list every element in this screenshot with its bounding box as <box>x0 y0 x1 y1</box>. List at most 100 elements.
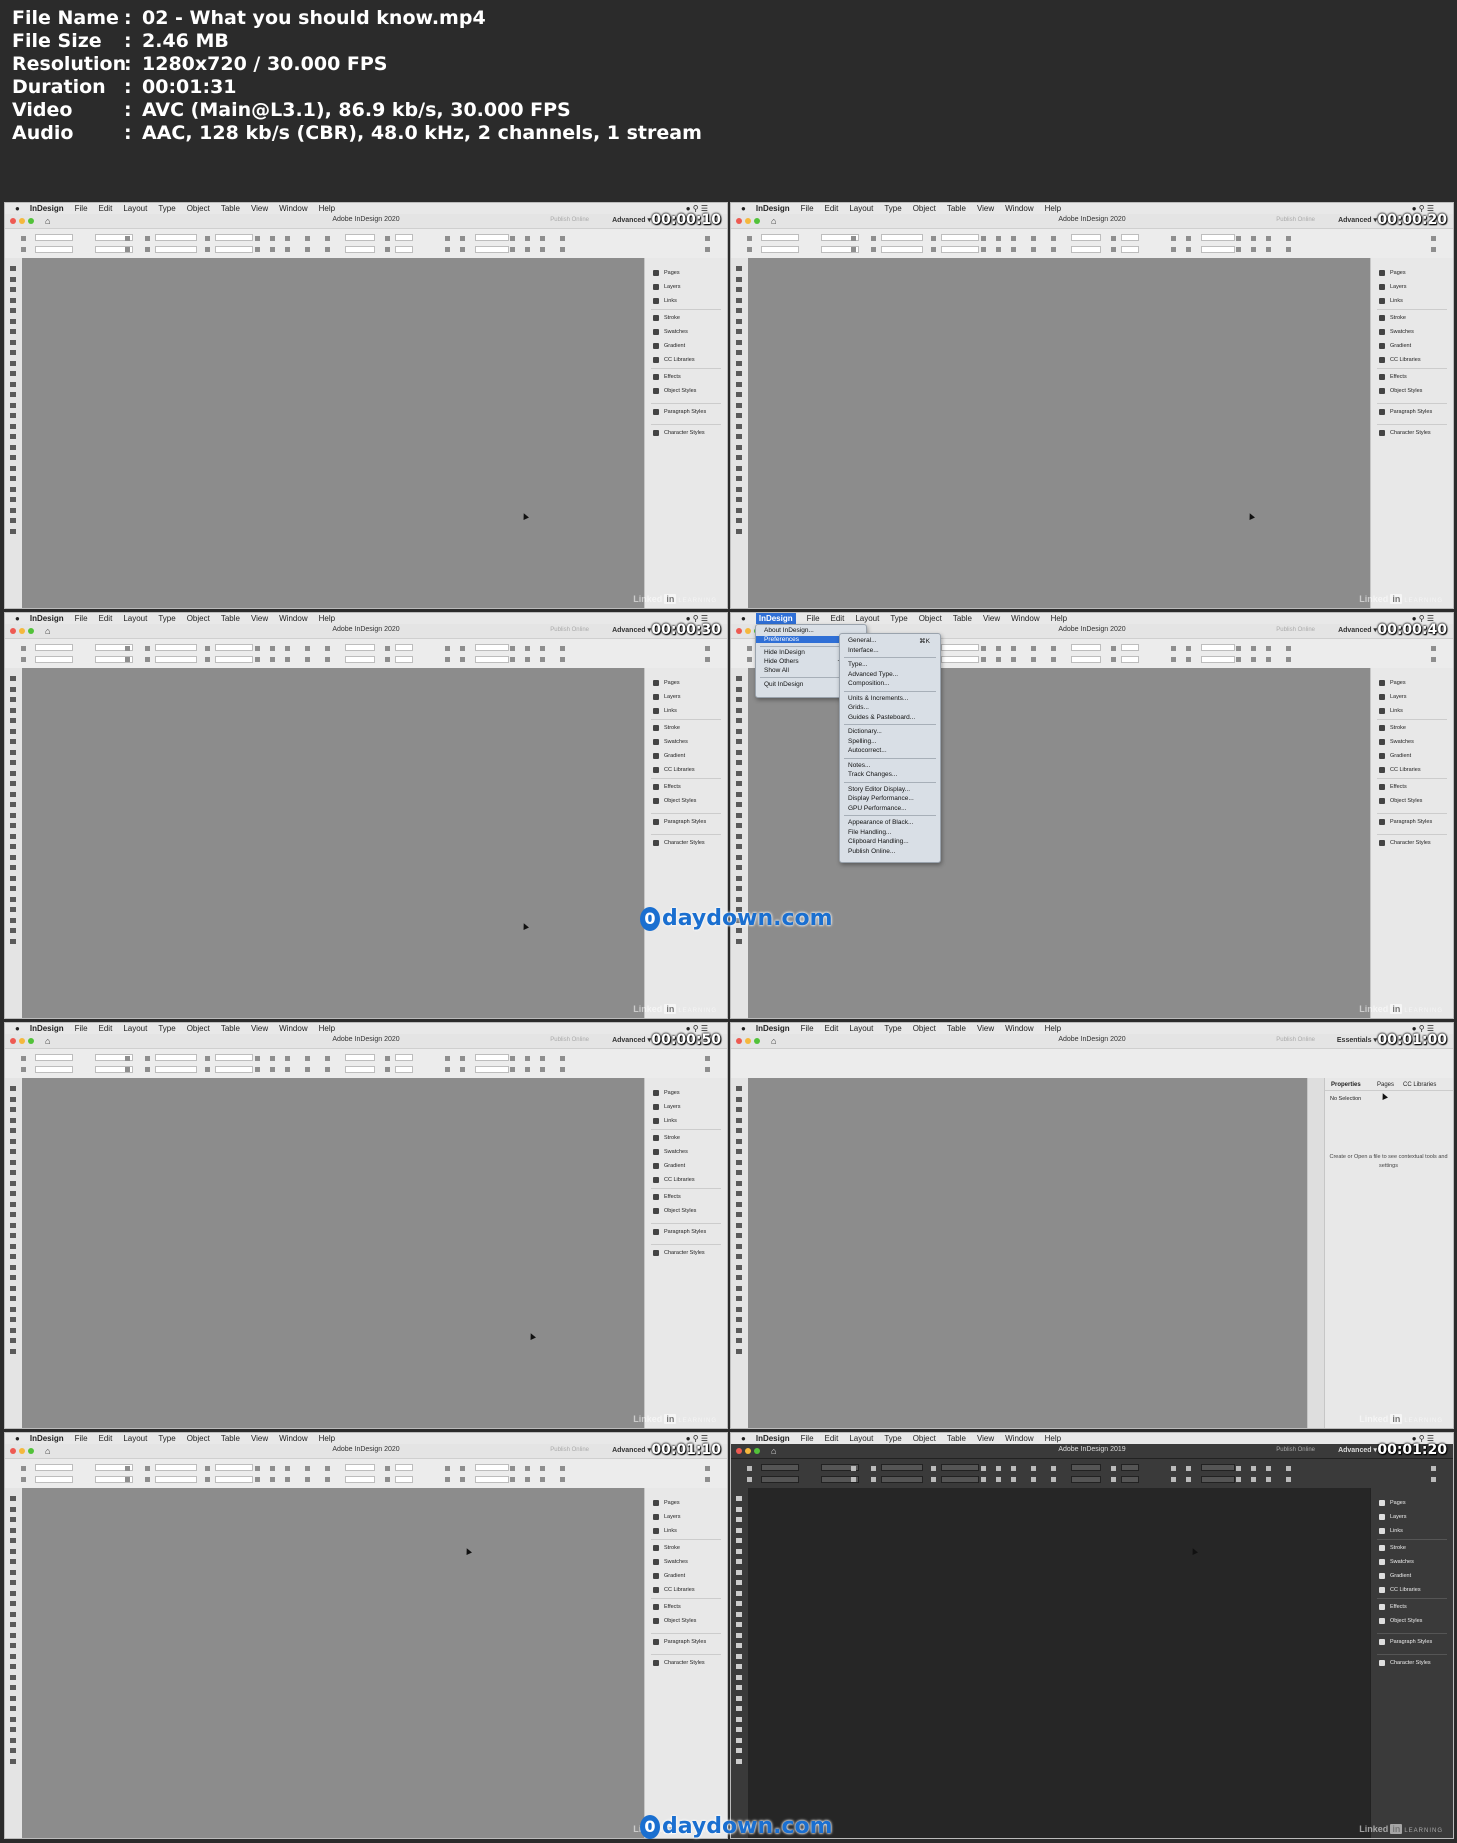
tool-icon[interactable] <box>736 1653 742 1659</box>
menu-edit[interactable]: Edit <box>825 1433 839 1444</box>
control-icon[interactable] <box>747 1466 752 1471</box>
panel-layers[interactable]: Layers <box>653 284 681 290</box>
tool-icon[interactable] <box>10 1128 16 1133</box>
control-field[interactable] <box>35 1476 73 1483</box>
preferences-item[interactable]: Track Changes... <box>848 771 934 778</box>
control-icon[interactable] <box>705 1067 710 1072</box>
control-icon[interactable] <box>21 1067 26 1072</box>
control-icon[interactable] <box>285 646 290 651</box>
control-field[interactable] <box>1071 1476 1101 1483</box>
control-icon[interactable] <box>1111 247 1116 252</box>
menu-layout[interactable]: Layout <box>849 1433 873 1444</box>
control-field[interactable] <box>395 1066 413 1073</box>
tool-icon[interactable] <box>10 770 16 776</box>
control-icon[interactable] <box>325 646 330 651</box>
control-icon[interactable] <box>705 1056 710 1061</box>
tool-icon[interactable] <box>10 812 16 818</box>
control-icon[interactable] <box>1031 657 1036 662</box>
control-icon[interactable] <box>145 1466 150 1471</box>
control-field[interactable] <box>155 1066 197 1073</box>
panel-effects[interactable]: Effects <box>653 1604 681 1610</box>
publish-online-button[interactable]: Publish Online <box>550 1037 589 1043</box>
tool-icon[interactable] <box>736 465 742 471</box>
menu-table[interactable]: Table <box>221 1023 240 1034</box>
control-icon[interactable] <box>996 1466 1001 1471</box>
tool-icon[interactable] <box>10 1285 16 1291</box>
tool-icon[interactable] <box>10 413 16 418</box>
panel-links[interactable]: Links <box>1379 708 1403 714</box>
preferences-item[interactable]: Interface... <box>848 647 934 654</box>
preferences-item[interactable]: Units & Increments... <box>848 695 934 702</box>
control-icon[interactable] <box>255 657 260 662</box>
control-icon[interactable] <box>540 1056 545 1061</box>
menu-help[interactable]: Help <box>1045 1433 1061 1444</box>
workspace-switcher[interactable]: Advanced ▾ <box>612 1036 651 1044</box>
control-icon[interactable] <box>560 247 565 252</box>
tool-icon[interactable] <box>736 886 742 891</box>
apple-icon[interactable]: ● <box>741 203 746 214</box>
control-icon[interactable] <box>1111 646 1116 651</box>
menu-edit[interactable]: Edit <box>99 1433 113 1444</box>
control-icon[interactable] <box>1431 646 1436 651</box>
panel-layers[interactable]: Layers <box>1379 694 1407 700</box>
tool-icon[interactable] <box>10 1212 16 1217</box>
control-icon[interactable] <box>540 247 545 252</box>
control-icon[interactable] <box>1236 236 1241 241</box>
tab-pages[interactable]: Pages <box>1377 1082 1394 1088</box>
tool-icon[interactable] <box>10 728 16 734</box>
control-icon[interactable] <box>460 1466 465 1471</box>
control-field[interactable] <box>761 246 799 253</box>
panel-paragraph-styles[interactable]: Paragraph Styles <box>1378 1639 1432 1645</box>
panel-swatches[interactable]: Swatches <box>653 329 688 335</box>
tool-icon[interactable] <box>736 1716 742 1722</box>
panel-links[interactable]: Links <box>653 1528 677 1534</box>
tool-icon[interactable] <box>736 518 742 523</box>
control-icon[interactable] <box>1011 657 1016 662</box>
panel-character-styles[interactable]: Character Styles <box>1379 430 1431 436</box>
tool-icon[interactable] <box>736 854 742 860</box>
menu-type[interactable]: Type <box>158 613 175 624</box>
control-field[interactable] <box>475 1066 509 1073</box>
menu-help[interactable]: Help <box>319 1023 335 1034</box>
control-icon[interactable] <box>1011 236 1016 241</box>
control-field[interactable] <box>345 246 375 253</box>
panel-layers[interactable]: Layers <box>653 694 681 700</box>
control-icon[interactable] <box>525 236 530 241</box>
preferences-item[interactable]: Autocorrect... <box>848 747 934 754</box>
tool-icon[interactable] <box>736 1275 742 1280</box>
tool-icon[interactable] <box>736 360 742 366</box>
tool-icon[interactable] <box>10 1748 16 1753</box>
control-icon[interactable] <box>705 646 710 651</box>
menu-layout[interactable]: Layout <box>123 203 147 214</box>
workspace-switcher[interactable]: Advanced ▾ <box>1338 626 1377 634</box>
control-icon[interactable] <box>325 1056 330 1061</box>
menu-object[interactable]: Object <box>913 1023 936 1034</box>
control-icon[interactable] <box>21 657 26 662</box>
preferences-item[interactable]: Clipboard Handling... <box>848 838 934 845</box>
control-icon[interactable] <box>285 1466 290 1471</box>
control-icon[interactable] <box>981 1477 986 1482</box>
tool-icon[interactable] <box>736 266 742 271</box>
control-icon[interactable] <box>445 1477 450 1482</box>
control-icon[interactable] <box>540 657 545 662</box>
tool-icon[interactable] <box>736 1327 742 1333</box>
tool-icon[interactable] <box>10 276 16 282</box>
menu-type[interactable]: Type <box>890 613 907 624</box>
control-icon[interactable] <box>325 1466 330 1471</box>
preferences-item[interactable]: General... ⌘K <box>848 637 934 645</box>
control-icon[interactable] <box>540 1067 545 1072</box>
tool-icon[interactable] <box>10 318 16 324</box>
control-icon[interactable] <box>325 236 330 241</box>
panel-paragraph-styles[interactable]: Paragraph Styles <box>652 1229 706 1235</box>
apple-icon[interactable]: ● <box>741 1433 746 1444</box>
control-icon[interactable] <box>1186 657 1191 662</box>
preferences-item[interactable]: Publish Online... <box>848 848 934 855</box>
control-icon[interactable] <box>871 236 876 241</box>
tool-icon[interactable] <box>10 381 16 387</box>
tool-icon[interactable] <box>736 844 742 849</box>
control-field[interactable] <box>881 234 923 241</box>
menu-help[interactable]: Help <box>1045 1023 1061 1034</box>
control-field[interactable] <box>215 656 253 663</box>
tool-icon[interactable] <box>736 781 742 786</box>
tool-icon[interactable] <box>10 1548 16 1554</box>
